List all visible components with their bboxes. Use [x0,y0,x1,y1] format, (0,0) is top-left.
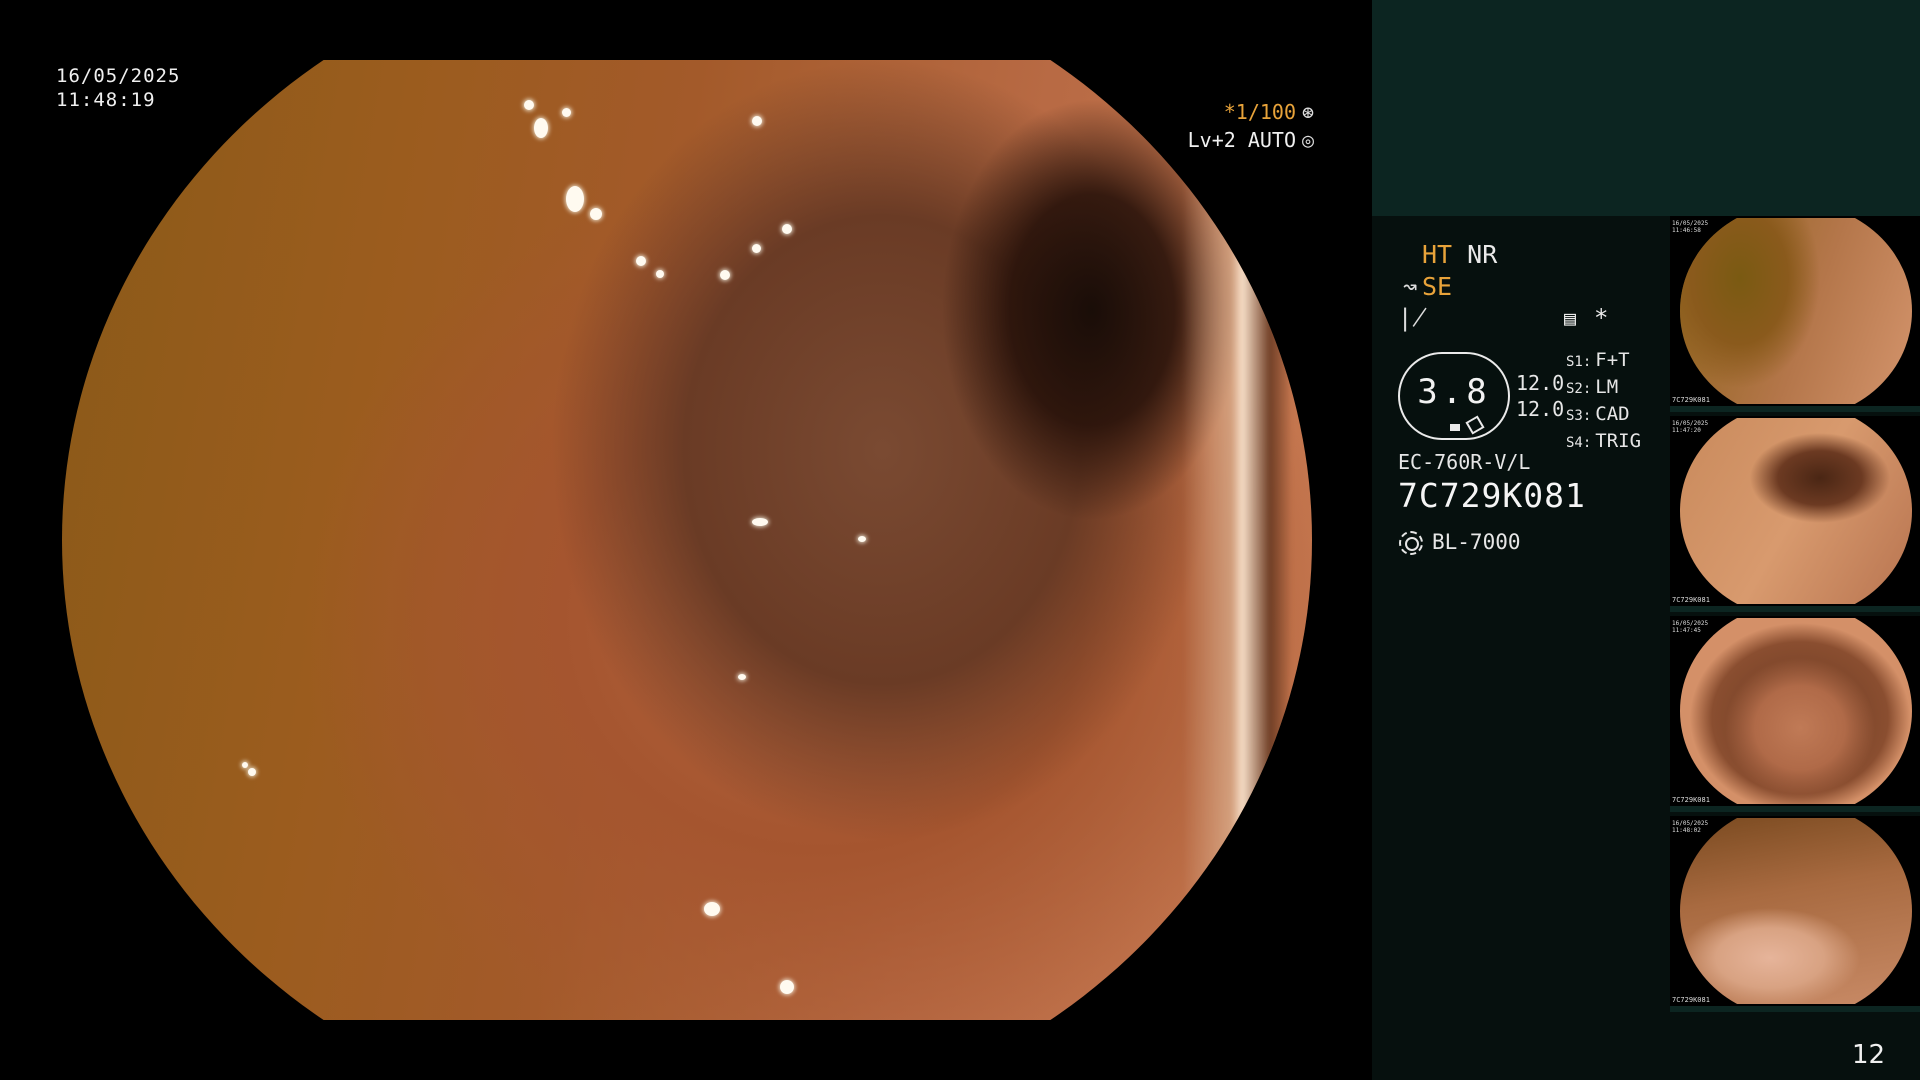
thumbnail-datetime: 16/05/2025 11:46:58 [1672,220,1709,234]
capture-date: 16/05/2025 [56,65,181,87]
level-readout-2: 12.0 [1516,397,1565,421]
ht-nr-status: HT NR [1422,240,1497,269]
specular-highlight [780,980,794,994]
thumbnail-datetime: 16/05/2025 11:47:45 [1672,620,1709,634]
thumbnail-datetime: 16/05/2025 11:48:02 [1672,820,1709,834]
asterisk-indicator: * [1594,304,1609,332]
capture-thumbnail-strip: 16/05/2025 11:46:58 7C729K081 16/05/2025… [1670,216,1920,1016]
iris-ring-icon: ◎ [1301,128,1315,152]
thumbnail-serial: 7C729K081 [1672,396,1710,404]
specular-highlight [752,116,762,126]
specular-highlight [752,244,761,253]
level-readout-1: 12.0 [1516,371,1565,395]
thumbnail-serial: 7C729K081 [1672,996,1710,1004]
light-source-label: BL-7000 [1432,530,1521,554]
specular-highlight [534,118,548,138]
endoscope-viewer: 16/05/2025 11:48:19 *1/100 ⊛ Lv+2 AUTO ◎ [0,0,1372,1080]
thumbnail-footer [1670,1006,1920,1012]
specular-highlight [562,108,571,117]
capture-thumbnail[interactable]: 16/05/2025 11:47:20 7C729K081 [1670,416,1920,612]
specular-highlight [704,902,720,916]
ht-label: HT [1422,240,1453,269]
specular-highlight [720,270,730,280]
capture-time: 11:48:19 [56,89,156,111]
lumen-rim-highlight [1182,60,1292,1020]
monitor-settings-icon: ▤ [1564,306,1577,330]
light-source-icon [1398,530,1424,556]
iris-level: Lv+2 AUTO [1187,128,1296,152]
switch-assignments: S1: F+T S2: LM S3: CAD S4: TRIG [1566,348,1641,456]
specular-highlight [566,186,584,212]
gauge-value: 3.8 [1417,372,1491,412]
switch-s1: S1: F+T [1566,349,1630,371]
scope-model: EC-760R-V/L [1398,450,1531,474]
aperture-icon: ⊛ [1301,100,1315,124]
thumbnail-footer [1670,406,1920,412]
thumbnail-serial: 7C729K081 [1672,796,1710,804]
light-source: BL-7000 [1398,530,1521,556]
switch-s3: S3: CAD [1566,403,1630,425]
thumbnail-image [1680,618,1912,804]
thumbnail-footer [1670,806,1920,812]
specular-highlight [524,100,534,110]
gauge-marker [1450,424,1460,431]
specular-highlight [248,768,256,776]
specular-highlight [782,224,792,234]
gamma-status: ∤ [1398,304,1427,332]
gamma-curve-icon: ∤ [1398,304,1427,332]
nr-label: NR [1467,240,1498,269]
thumbnail-datetime: 16/05/2025 11:47:20 [1672,420,1709,434]
page-number: 12 [1852,1040,1886,1070]
thumbnail-serial: 7C729K081 [1672,596,1710,604]
scope-serial: 7C729K081 [1398,476,1586,515]
specular-highlight [738,674,746,680]
switch-s4: S4: TRIG [1566,430,1642,452]
enhancement-curve-icon: ↝ [1402,272,1418,301]
switch-s2: S2: LM [1566,376,1619,398]
thumbnail-image [1680,818,1912,1004]
endoscopic-image [62,60,1312,1020]
capture-thumbnail[interactable]: 16/05/2025 11:48:02 7C729K081 [1670,816,1920,1012]
capture-thumbnail[interactable]: 16/05/2025 11:47:45 7C729K081 [1670,616,1920,812]
panel-header-area [1372,0,1920,216]
thumbnail-image [1680,218,1912,404]
thumbnail-footer [1670,606,1920,612]
specular-highlight [242,762,248,768]
exposure-readout: *1/100 ⊛ Lv+2 AUTO ◎ [1188,98,1320,154]
gauge-tab-icon [1465,415,1485,435]
magnification-gauge: 3.8 [1398,352,1510,440]
specular-highlight [656,270,664,278]
level-readouts: 12.0 12.0 [1516,370,1564,422]
specular-highlight [858,536,866,542]
specular-highlight [752,518,768,526]
capture-datetime: 16/05/2025 11:48:19 [56,64,180,112]
capture-thumbnail[interactable]: 16/05/2025 11:46:58 7C729K081 [1670,216,1920,412]
thumbnail-image [1680,418,1912,604]
specular-highlight [590,208,602,220]
specular-highlight [636,256,646,266]
enhancement-status: ↝ SE [1398,272,1452,301]
shutter-speed: *1/100 [1223,100,1296,124]
enhancement-label: SE [1422,272,1453,301]
